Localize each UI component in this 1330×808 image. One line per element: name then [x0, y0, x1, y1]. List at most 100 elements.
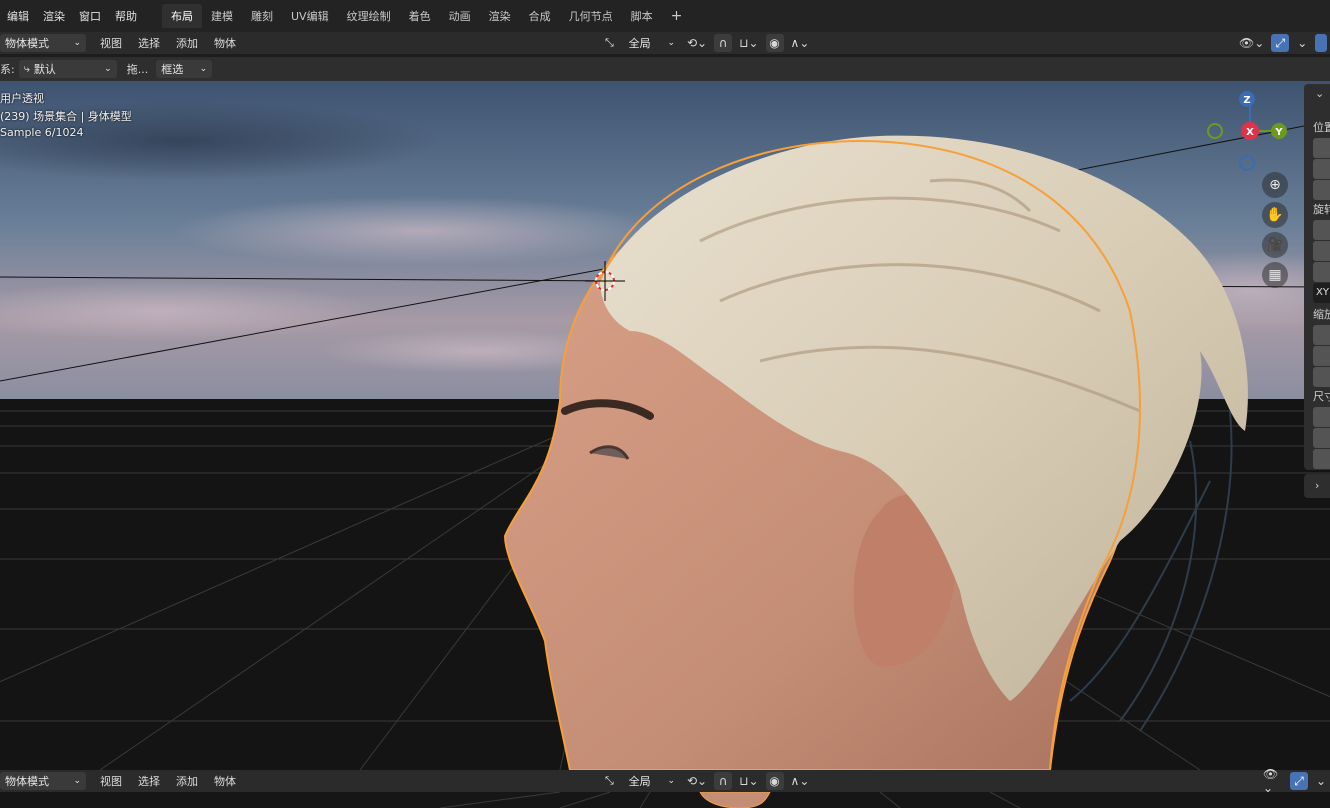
- orientation-dropdown[interactable]: ⤷ 默认 ⌄: [18, 60, 117, 78]
- rotation-y-field[interactable]: [1313, 241, 1330, 261]
- scale-z-field[interactable]: [1313, 367, 1330, 387]
- collection-info: (239) 场景集合 | 身体模型: [0, 110, 132, 123]
- gizmo-y-label: Y: [1274, 127, 1283, 138]
- viewport-header: 物体模式 ⌄ 视图 选择 添加 物体 ⤡ 全局 ⌄ ⟲⌄ ∩ ⊔⌄ ◉ ∧⌄ 👁⌄…: [0, 32, 1330, 54]
- workspace-tab-uv-editing[interactable]: UV编辑: [282, 4, 338, 28]
- render-sample-info: Sample 6/1024: [0, 126, 84, 139]
- menu-object[interactable]: 物体: [206, 35, 244, 51]
- rotation-x-field[interactable]: [1313, 220, 1330, 240]
- pivot-point-icon[interactable]: ⟲⌄: [684, 772, 710, 790]
- dimensions-y-field[interactable]: [1313, 428, 1330, 448]
- gizmo-neg-z[interactable]: [1239, 155, 1255, 171]
- visibility-eye-icon[interactable]: 👁⌄: [1260, 767, 1286, 795]
- dimensions-label: 尺寸: [1313, 390, 1330, 403]
- orientation-icon: ⤷: [23, 62, 30, 75]
- chevron-down-icon[interactable]: ⌄: [1293, 34, 1311, 52]
- rotation-label: 旋转: [1313, 203, 1330, 216]
- grid-perspective-icon[interactable]: ▦: [1262, 262, 1288, 288]
- workspace-tab-sculpting[interactable]: 雕刻: [242, 4, 282, 28]
- chevron-down-icon: ⌄: [199, 64, 208, 74]
- chevron-right-icon[interactable]: ›: [1315, 479, 1319, 492]
- chevron-down-icon: ⌄: [73, 38, 81, 48]
- menu-help[interactable]: 帮助: [108, 8, 144, 24]
- location-y-field[interactable]: [1313, 159, 1330, 179]
- view-name: 用户透视: [0, 92, 44, 105]
- menu-window[interactable]: 窗口: [72, 8, 108, 24]
- dimensions-z-field[interactable]: [1313, 449, 1330, 469]
- snap-target-icon[interactable]: ⊔⌄: [736, 34, 761, 52]
- drag-label: 拖...: [126, 63, 149, 76]
- orientation-label: 系:: [0, 63, 15, 76]
- workspace-tab-rendering[interactable]: 渲染: [480, 4, 520, 28]
- rotation-z-field[interactable]: [1313, 262, 1330, 282]
- falloff-icon[interactable]: ∧⌄: [788, 772, 813, 790]
- scale-y-field[interactable]: [1313, 346, 1330, 366]
- snap-target-icon[interactable]: ⊔⌄: [736, 772, 761, 790]
- pivot-point-icon[interactable]: ⟲⌄: [684, 34, 710, 52]
- select-mode-value: 框选: [161, 63, 184, 76]
- bottom-menu-add[interactable]: 添加: [168, 773, 206, 789]
- add-workspace-button[interactable]: +: [662, 4, 692, 28]
- chevron-down-icon[interactable]: ⌄: [1312, 772, 1330, 790]
- axis-icon: ⤡: [605, 774, 614, 787]
- proportional-edit-icon[interactable]: ◉: [765, 772, 784, 790]
- mode-label: 物体模式: [5, 37, 49, 50]
- workspace-tab-layout[interactable]: 布局: [162, 4, 202, 28]
- pan-hand-icon[interactable]: ✋: [1262, 202, 1288, 228]
- menu-select[interactable]: 选择: [130, 35, 168, 51]
- bottom-mode-dropdown[interactable]: 物体模式 ⌄: [0, 772, 86, 790]
- workspace-tab-geometry-nodes[interactable]: 几何节点: [560, 4, 622, 28]
- chevron-down-icon: ⌄: [667, 38, 675, 48]
- transform-orientation-dropdown[interactable]: ⤡ 全局 ⌄: [600, 34, 680, 52]
- scale-label: 缩放: [1313, 308, 1330, 321]
- location-z-field[interactable]: [1313, 180, 1330, 200]
- bottom-viewport-preview[interactable]: [0, 792, 1330, 808]
- bottom-mode-label: 物体模式: [5, 775, 49, 788]
- bottom-menu-select[interactable]: 选择: [130, 773, 168, 789]
- 3d-viewport[interactable]: 用户透视 (239) 场景集合 | 身体模型 Sample 6/1024 Z X…: [0, 81, 1330, 770]
- gizmo-z-label: Z: [1243, 95, 1250, 106]
- snap-icon[interactable]: ∩: [714, 772, 733, 790]
- top-menubar: 编辑 渲染 窗口 帮助 布局 建模 雕刻 UV编辑 纹理绘制 着色 动画 渲染 …: [0, 0, 1330, 32]
- sidebar-collapsed-panel[interactable]: ›: [1304, 474, 1330, 498]
- workspace-tab-modeling[interactable]: 建模: [202, 4, 242, 28]
- bottom-header-right-tools: 👁⌄ ⤢ ⌄: [1260, 767, 1330, 795]
- menu-render[interactable]: 渲染: [36, 8, 72, 24]
- visibility-eye-icon[interactable]: 👁⌄: [1236, 34, 1267, 52]
- workspace-tab-shading[interactable]: 着色: [400, 4, 440, 28]
- bottom-transform-orientation-label: 全局: [628, 775, 651, 788]
- gizmo-x-label: X: [1246, 127, 1254, 138]
- sidebar-panel: ⌄ 位置 旋转 XY 缩放 尺寸: [1304, 84, 1330, 470]
- camera-icon[interactable]: 🎥: [1262, 232, 1288, 258]
- proportional-edit-icon[interactable]: ◉: [765, 34, 784, 52]
- bottom-transform-orientation-dropdown[interactable]: ⤡ 全局 ⌄: [600, 772, 680, 790]
- orientation-value: 默认: [33, 63, 56, 76]
- workspace-tab-texture-paint[interactable]: 纹理绘制: [338, 4, 400, 28]
- workspace-tab-scripting[interactable]: 脚本: [622, 4, 662, 28]
- overlay-toggle-icon[interactable]: [1315, 34, 1328, 52]
- viewport-render: [0, 81, 1330, 770]
- workspace-tab-animation[interactable]: 动画: [440, 4, 480, 28]
- select-mode-dropdown[interactable]: 框选 ⌄: [156, 60, 213, 78]
- bottom-menu-view[interactable]: 视图: [92, 773, 130, 789]
- zoom-icon[interactable]: ⊕: [1262, 172, 1288, 198]
- gizmo-neg-y[interactable]: [1207, 123, 1223, 139]
- menu-add[interactable]: 添加: [168, 35, 206, 51]
- snap-icon[interactable]: ∩: [714, 34, 733, 52]
- workspace-tab-compositing[interactable]: 合成: [520, 4, 560, 28]
- bottom-menu-object[interactable]: 物体: [206, 773, 244, 789]
- navigation-gizmo[interactable]: Z X Y: [1198, 87, 1298, 177]
- scale-x-field[interactable]: [1313, 325, 1330, 345]
- falloff-icon[interactable]: ∧⌄: [788, 34, 813, 52]
- location-x-field[interactable]: [1313, 138, 1330, 158]
- mode-dropdown[interactable]: 物体模式 ⌄: [0, 34, 86, 52]
- chevron-down-icon: ⌄: [73, 776, 81, 786]
- dimensions-x-field[interactable]: [1313, 407, 1330, 427]
- panel-collapse-chevron-icon[interactable]: ⌄: [1315, 87, 1324, 100]
- bottom-viewport-render: [0, 792, 1330, 808]
- gizmo-toggle-icon[interactable]: ⤢: [1271, 34, 1290, 52]
- menu-view[interactable]: 视图: [92, 35, 130, 51]
- gizmo-toggle-icon[interactable]: ⤢: [1290, 772, 1308, 790]
- rotation-mode-dropdown[interactable]: XY: [1313, 283, 1330, 303]
- menu-edit[interactable]: 编辑: [0, 8, 36, 24]
